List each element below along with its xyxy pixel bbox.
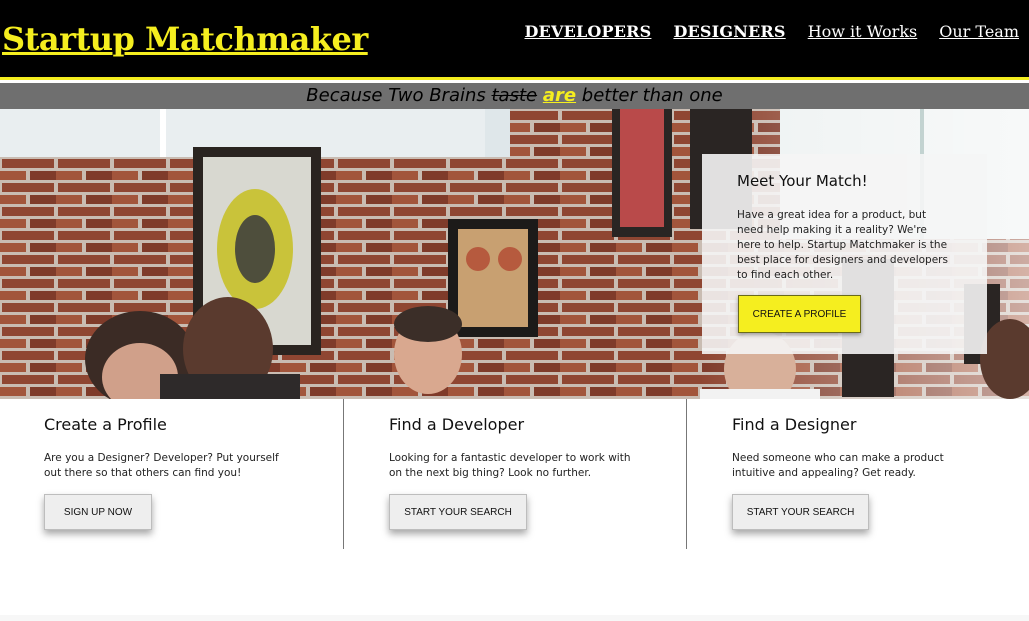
card-description: Have a great idea for a product, but nee… [737,209,948,281]
nav-how-it-works[interactable]: How it Works [808,22,918,41]
feature-description: Are you a Designer? Developer? Put yours… [44,452,279,479]
tagline-text-end: better than one [576,85,723,106]
sign-up-button[interactable]: SIGN UP NOW [44,494,152,530]
nav-our-team[interactable]: Our Team [939,22,1019,41]
search-developers-button[interactable]: START YOUR SEARCH [389,494,527,530]
create-profile-button[interactable]: CREATE A PROFILE [738,295,861,333]
tagline-highlight-word: are [542,85,577,106]
feature-description: Looking for a fantastic developer to wor… [389,452,631,479]
feature-find-developer: Find a Developer Looking for a fantastic… [343,399,686,549]
site-header: Startup Matchmaker DEVELOPERS DESIGNERS … [0,0,1029,80]
footer-divider [0,615,1029,621]
feature-title: Create a Profile [44,415,167,434]
tagline-struck-word: taste [491,85,538,106]
nav-developers[interactable]: DEVELOPERS [524,22,651,41]
brand-logo-link[interactable]: Startup Matchmaker [2,20,368,58]
meet-your-match-card: Meet Your Match! Have a great idea for a… [702,154,987,354]
main-nav: DEVELOPERS DESIGNERS How it Works Our Te… [524,22,1019,41]
feature-create-profile: Create a Profile Are you a Designer? Dev… [0,399,343,549]
feature-description: Need someone who can make a product intu… [732,452,944,479]
card-title: Meet Your Match! [737,172,868,190]
feature-find-designer: Find a Designer Need someone who can mak… [686,399,1029,549]
features-row: Create a Profile Are you a Designer? Dev… [0,399,1029,549]
feature-title: Find a Developer [389,415,525,434]
tagline-bar: Because Two Brains taste are better than… [0,83,1029,109]
search-designers-button[interactable]: START YOUR SEARCH [732,494,869,530]
feature-title: Find a Designer [732,415,857,434]
nav-designers[interactable]: DESIGNERS [673,22,785,41]
tagline-text: Because Two Brains [306,85,492,106]
